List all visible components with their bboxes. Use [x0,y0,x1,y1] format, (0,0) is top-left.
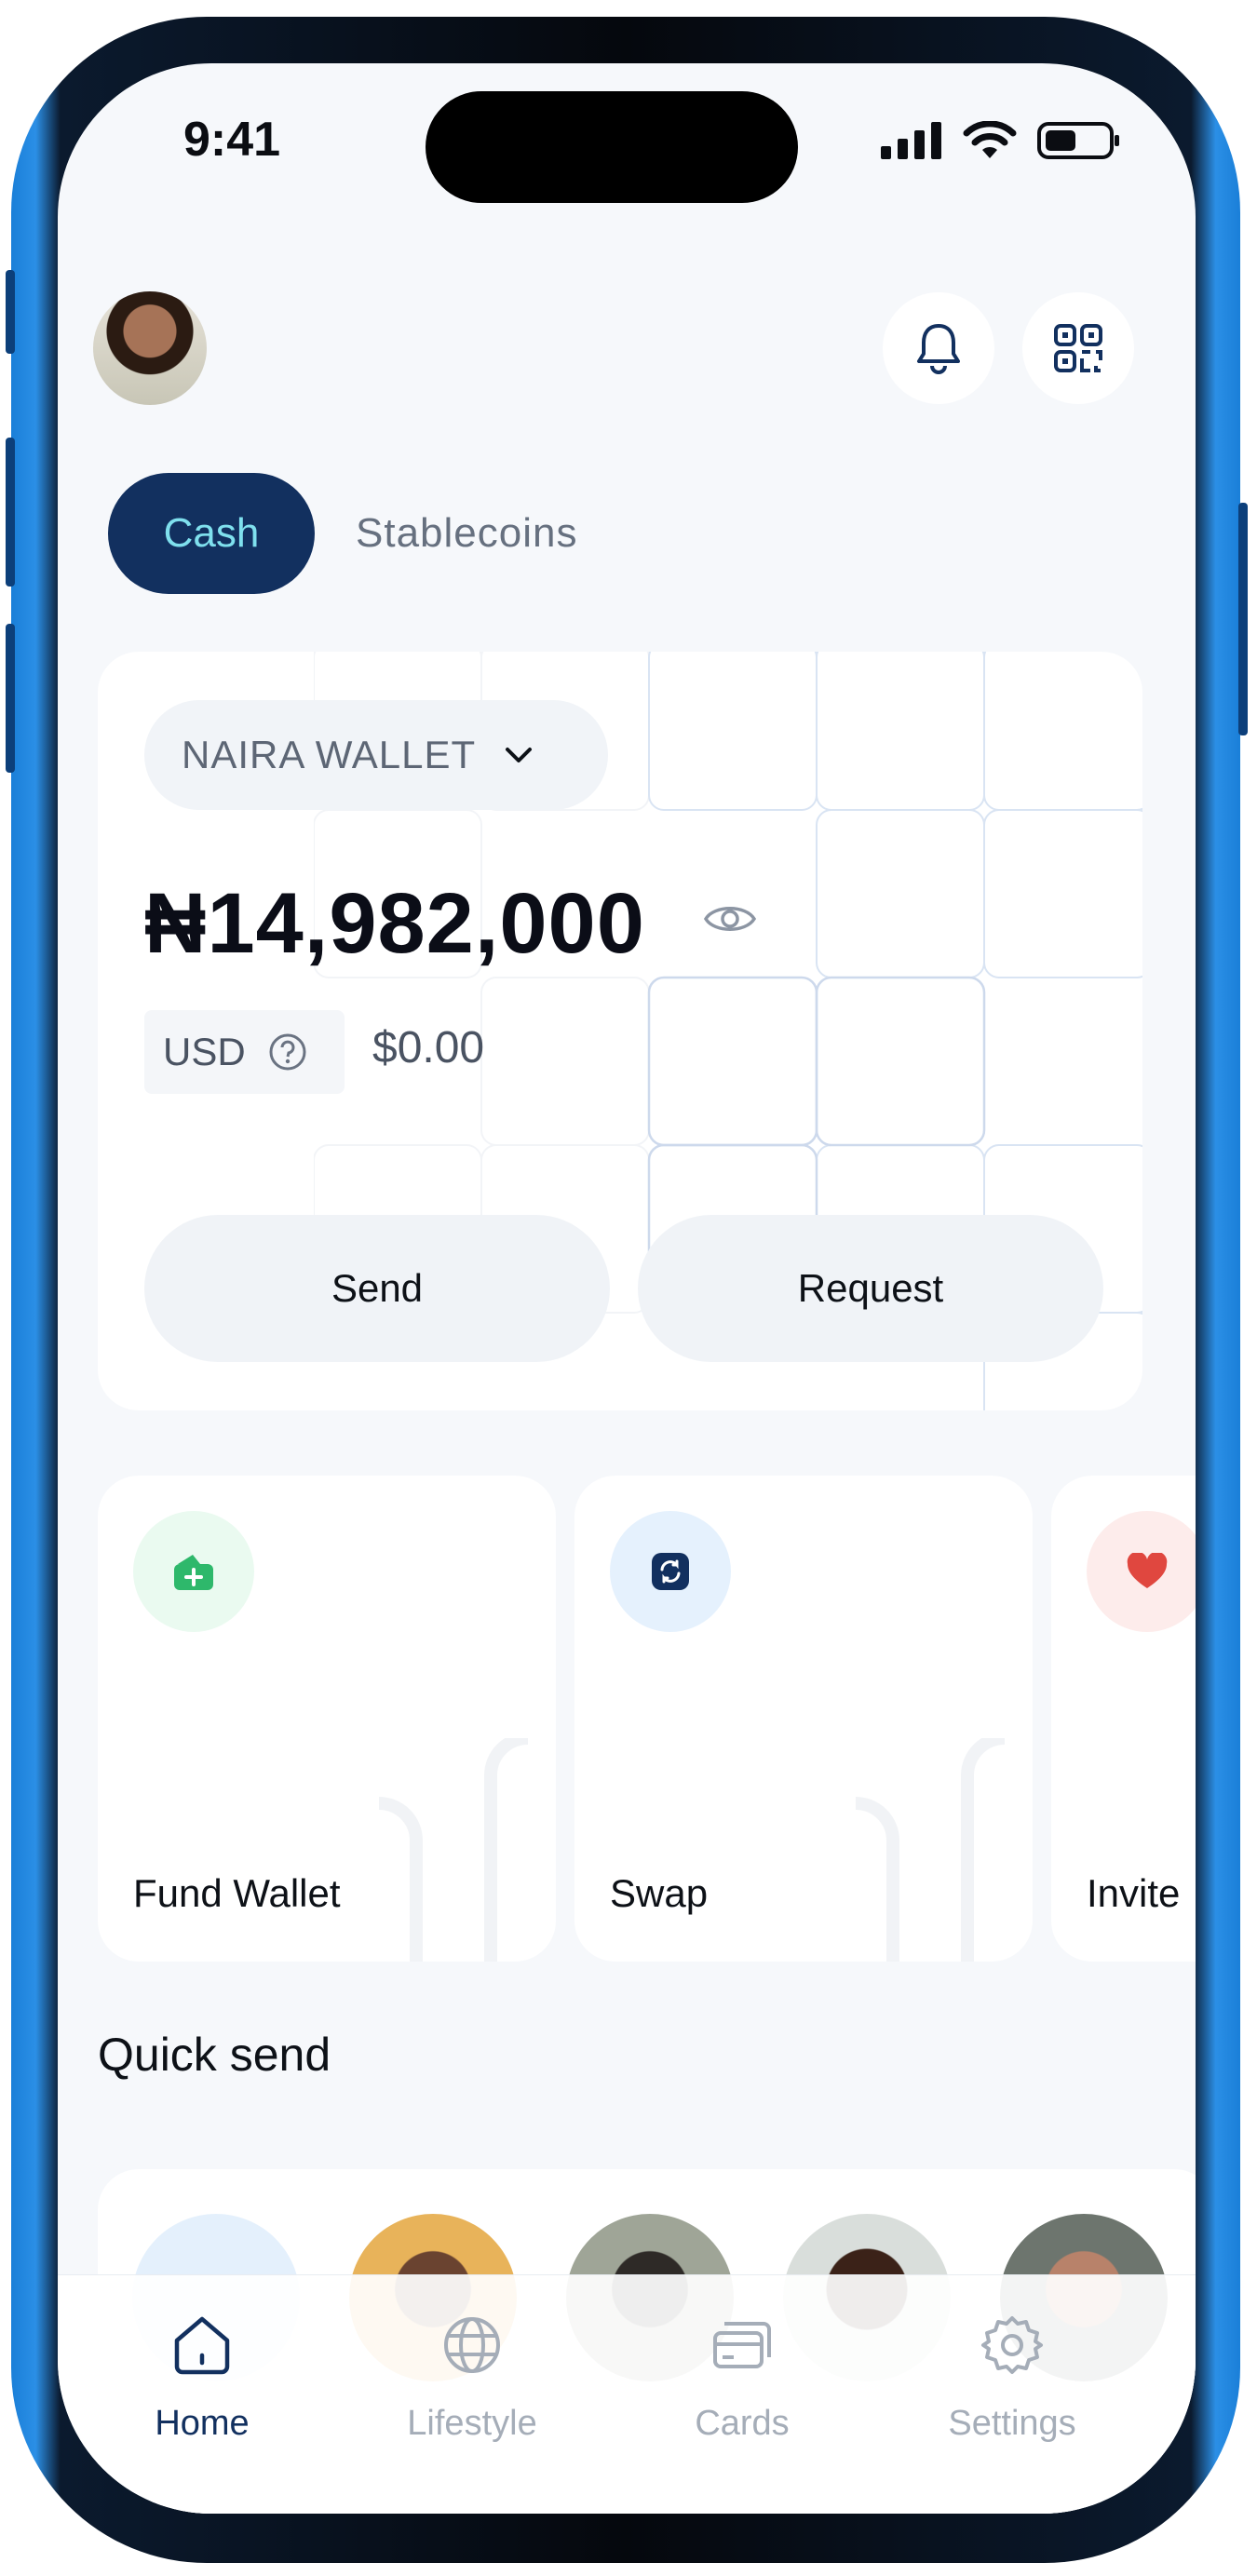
tab-cash[interactable]: Cash [108,473,315,594]
invite-label: Invite [1087,1871,1181,1915]
globe-icon [444,2317,500,2373]
wallet-selector[interactable]: NAIRA WALLET [144,700,608,810]
nav-cards-label: Cards [695,2404,790,2443]
currency-label: USD [163,1030,246,1073]
side-button [6,624,15,773]
fund-wallet-label: Fund Wallet [133,1871,341,1915]
quick-send-title: Quick send [98,2029,331,2081]
help-icon[interactable] [268,1032,307,1072]
status-time: 9:41 [183,113,281,167]
phone-screen: 9:41 Cash Stablecoins NAIRA WALLET ₦14,9… [58,63,1196,2514]
signal-icon [881,122,941,159]
side-button [6,270,15,354]
side-button [6,438,15,587]
fund-wallet-card[interactable]: Fund Wallet [98,1476,556,1962]
fund-wallet-icon-circle [133,1511,254,1632]
qr-scan-button[interactable] [1022,292,1134,404]
avatar[interactable] [93,291,207,405]
home-icon [174,2316,230,2375]
currency-badge: USD [144,1010,345,1094]
nav-settings[interactable]: Settings [919,2313,1105,2444]
nav-cards[interactable]: Cards [649,2313,835,2444]
nav-settings-label: Settings [948,2404,1076,2443]
swap-icon-circle [610,1511,731,1632]
balance-amount: ₦14,982,000 [144,876,645,971]
swap-card[interactable]: Swap [574,1476,1033,1962]
battery-icon [1037,122,1119,159]
tab-stablecoins[interactable]: Stablecoins [356,473,577,594]
nav-home[interactable]: Home [109,2313,295,2444]
eye-icon[interactable] [703,898,757,939]
wallet-plus-icon [174,1555,213,1590]
swap-label: Swap [610,1871,709,1915]
cards-icon [713,2322,771,2368]
heart-icon [1127,1553,1168,1588]
chevron-down-icon [506,748,533,762]
card-watermark [856,1738,1006,1962]
wallet-selector-label: NAIRA WALLET [182,733,477,776]
wifi-icon [963,121,1017,158]
nav-lifestyle[interactable]: Lifestyle [379,2313,565,2444]
side-button [1238,503,1248,735]
nav-home-label: Home [155,2404,250,2443]
send-button[interactable]: Send [144,1215,610,1362]
bell-icon [917,324,960,374]
swap-icon [652,1553,689,1590]
gear-icon [981,2316,1043,2374]
nav-lifestyle-label: Lifestyle [407,2404,537,2443]
status-icons [881,121,1121,160]
invite-card[interactable]: Invite [1051,1476,1196,1962]
notifications-button[interactable] [883,292,994,404]
usd-value: $0.00 [372,1023,485,1072]
card-watermark [379,1738,529,1962]
wallet-card: NAIRA WALLET ₦14,982,000 USD $0.00 Send … [98,652,1142,1410]
dynamic-island [426,91,798,203]
request-button[interactable]: Request [638,1215,1103,1362]
bottom-navigation: Home Lifestyle Cards Settings [58,2274,1196,2514]
invite-icon-circle [1087,1511,1196,1632]
qr-code-icon [1054,324,1102,372]
